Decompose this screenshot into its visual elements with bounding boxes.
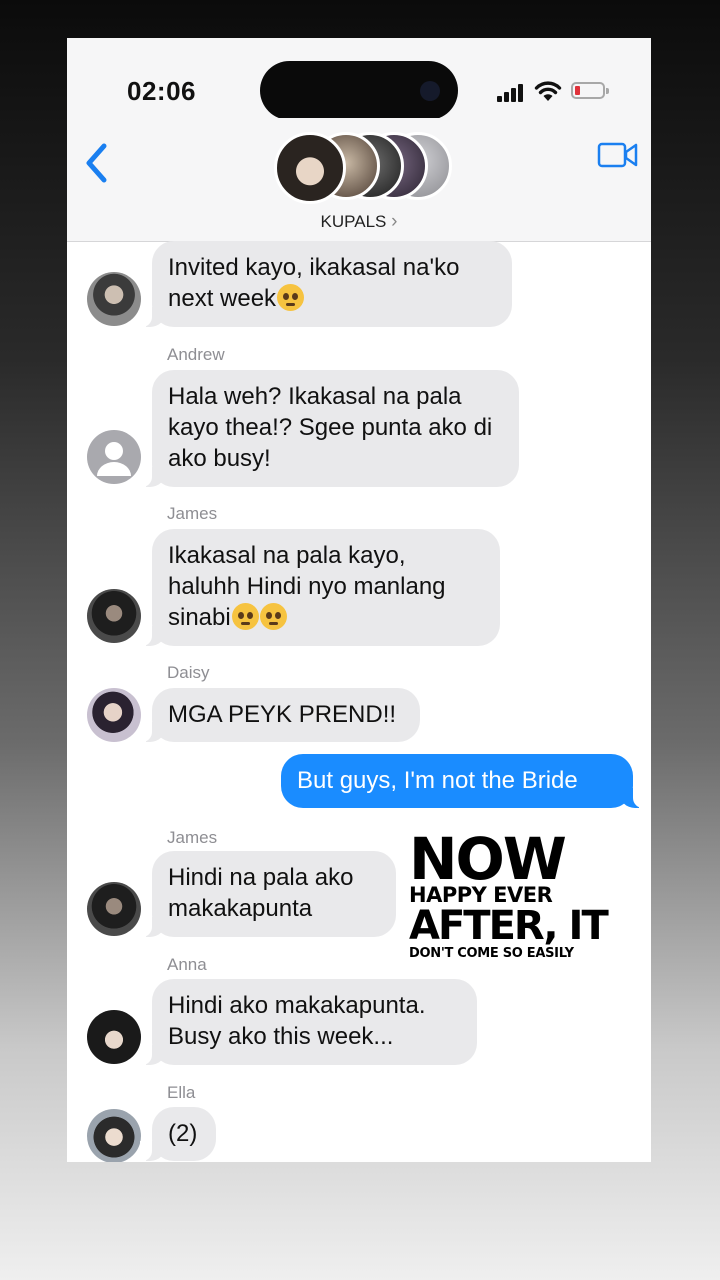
back-chevron-icon[interactable]: [77, 138, 117, 188]
video-call-icon[interactable]: [597, 140, 639, 170]
sender-name: James: [167, 828, 218, 847]
default-avatar-icon: [87, 430, 141, 484]
dynamic-island: [260, 61, 458, 120]
phone-screen: 02:06 KUPALS › Invited kayo, ikakasal na…: [67, 38, 651, 1162]
pleading-face-icon: [277, 284, 305, 311]
message-bubble[interactable]: Ikakasal na pala kayo, haluhh Hindi nyo …: [140, 529, 500, 646]
group-avatars[interactable]: [274, 132, 454, 204]
battery-icon: [571, 82, 609, 99]
avatar: [87, 688, 141, 742]
group-name: KUPALS: [320, 212, 387, 231]
my-message-bubble[interactable]: But guys, I'm not the Bride: [281, 754, 645, 808]
group-avatar: [274, 132, 346, 204]
message-bubble[interactable]: Invited kayo, ikakasal na'ko next week: [140, 241, 512, 327]
message-bubble[interactable]: MGA PEYK PREND!!: [140, 688, 420, 742]
message-bubble[interactable]: Hindi na pala ako makakapunta: [140, 851, 396, 937]
conversation-header: KUPALS ›: [67, 118, 651, 242]
caption-line: AFTER, IT: [409, 903, 609, 949]
sender-name: James: [167, 504, 218, 523]
avatar: [87, 589, 141, 643]
sender-name: Daisy: [167, 663, 210, 682]
avatar: [87, 1010, 141, 1064]
sender-name: Anna: [167, 955, 207, 974]
avatar: [87, 882, 141, 936]
caption-line: NOW: [409, 825, 567, 893]
avatar: [87, 272, 141, 326]
message-bubble[interactable]: Hala weh? Ikakasal na pala kayo thea!? S…: [140, 370, 519, 487]
message-bubble[interactable]: (2): [140, 1107, 216, 1161]
message-bubble[interactable]: Hindi ako makakapunta. Busy ako this wee…: [140, 979, 477, 1065]
sender-name: Ella: [167, 1083, 196, 1102]
status-time: 02:06: [127, 76, 196, 106]
eye-roll-icon: [231, 603, 259, 630]
wifi-icon: [534, 81, 562, 101]
pleading-face-icon: [259, 603, 287, 630]
avatar: [87, 1109, 141, 1162]
signal-icon: [497, 82, 527, 102]
chevron-right-icon: ›: [391, 211, 398, 232]
caption-overlay: NOW HAPPY EVER AFTER, IT DON'T COME SO E…: [409, 830, 637, 961]
group-title[interactable]: KUPALS ›: [67, 211, 651, 233]
sender-name: Andrew: [167, 345, 225, 364]
